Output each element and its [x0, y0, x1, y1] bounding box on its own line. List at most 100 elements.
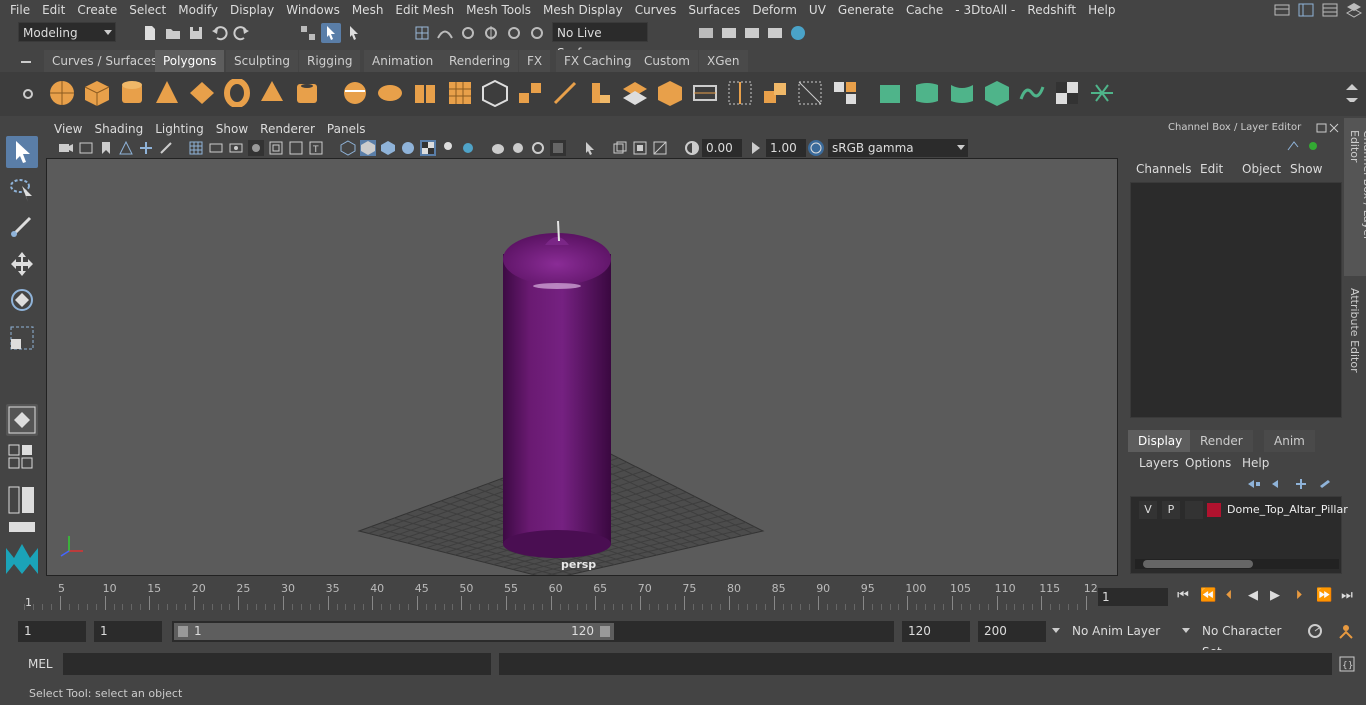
multi-cut-icon[interactable] [551, 79, 579, 107]
collapse-icon[interactable] [831, 79, 859, 107]
viewport-menu-renderer[interactable]: Renderer [260, 120, 323, 138]
go-to-start-icon[interactable]: ⏮ [1176, 589, 1190, 603]
uv-automatic-icon[interactable] [983, 79, 1011, 107]
layer-name[interactable]: Dome_Top_Altar_Pillar [1227, 501, 1348, 519]
range-slider[interactable]: 1 120 [172, 621, 894, 642]
play-forward-icon[interactable]: ▶ [1268, 589, 1282, 603]
mode-select[interactable]: Modeling [18, 22, 116, 42]
shelf-settings-icon[interactable] [18, 84, 38, 104]
menu-mesh-tools[interactable]: Mesh Tools [460, 0, 537, 20]
snap-surface-icon[interactable] [504, 23, 524, 43]
range-handle-left[interactable] [178, 626, 188, 637]
viewport-menu-panels[interactable]: Panels [327, 120, 374, 138]
safe-action-icon[interactable] [288, 140, 304, 156]
candle-mesh[interactable] [503, 220, 611, 558]
uv-spherical-icon[interactable] [948, 79, 976, 107]
viewport-3d[interactable]: persp [46, 158, 1118, 576]
exposure-field[interactable]: 0.00 [702, 139, 742, 157]
smooth-icon[interactable] [446, 79, 474, 107]
layer-color-swatch[interactable] [1207, 503, 1221, 517]
tab-render[interactable]: Render [1190, 430, 1253, 452]
render-view-icon[interactable] [696, 23, 716, 43]
grid-icon[interactable] [188, 140, 204, 156]
toggle-hud-icon[interactable] [612, 140, 628, 156]
fill-hole-icon[interactable] [656, 79, 684, 107]
select-camera-icon[interactable] [582, 140, 598, 156]
shelf-tab-rendering[interactable]: Rendering [441, 50, 519, 72]
2d-pan-zoom-icon[interactable] [138, 140, 154, 156]
bridge-icon[interactable] [516, 79, 544, 107]
layer-list[interactable]: V P Dome_Top_Altar_Pillar [1130, 496, 1348, 574]
anim-preferences-icon[interactable] [1336, 622, 1356, 640]
menu-cache[interactable]: Cache [900, 0, 949, 20]
script-editor-icon[interactable]: {} [1338, 655, 1356, 673]
exposure-icon[interactable] [684, 140, 700, 156]
layers-icon[interactable] [1344, 0, 1364, 20]
channel-list[interactable] [1130, 182, 1342, 418]
poly-cone-icon[interactable] [153, 79, 181, 107]
side-tab-channel-box[interactable]: Channel Box / Layer Editor [1344, 118, 1366, 276]
shelf-tab-curves-surfaces[interactable]: Curves / Surfaces [44, 50, 166, 72]
viewport-menu-view[interactable]: View [54, 120, 90, 138]
viewport-menu-shading[interactable]: Shading [94, 120, 151, 138]
step-forward-icon[interactable]: ⏩ [1316, 589, 1332, 603]
menu-generate[interactable]: Generate [832, 0, 900, 20]
wireframe-icon[interactable] [340, 140, 356, 156]
backface-culling-icon[interactable] [550, 140, 566, 156]
select-component-icon[interactable] [344, 23, 364, 43]
layers-menu[interactable]: Layers [1139, 456, 1179, 470]
workspace-icon[interactable] [1272, 0, 1292, 20]
grease-pencil-icon[interactable] [158, 140, 174, 156]
menu-mesh[interactable]: Mesh [346, 0, 390, 20]
layer-type-toggle[interactable] [1185, 501, 1203, 519]
scene-start-field[interactable]: 1 [18, 621, 86, 642]
menu-edit[interactable]: Edit [36, 0, 71, 20]
gamma-field[interactable]: 1.00 [766, 139, 806, 157]
chevron-down-icon[interactable] [1182, 628, 1190, 633]
layer-playback-toggle[interactable]: P [1162, 501, 1180, 519]
shelf-scroll-icon[interactable] [1342, 82, 1362, 102]
menu-help[interactable]: Help [1082, 0, 1121, 20]
command-input[interactable] [63, 653, 491, 675]
xray-active-icon[interactable] [530, 140, 546, 156]
menu-3dtoall[interactable]: - 3DtoAll - [949, 0, 1021, 20]
menu-modify[interactable]: Modify [172, 0, 224, 20]
smooth-shade-icon[interactable] [360, 140, 376, 156]
poly-cube-icon[interactable] [83, 79, 111, 107]
shadows-icon[interactable] [440, 140, 456, 156]
move-tool-icon[interactable] [6, 248, 38, 280]
toggle-aa-icon[interactable] [652, 140, 668, 156]
new-scene-icon[interactable] [140, 23, 160, 43]
tab-anim[interactable]: Anim [1264, 430, 1315, 452]
layer-buttons[interactable] [1244, 476, 1340, 492]
select-object-icon[interactable] [321, 23, 341, 43]
step-back-key-icon[interactable]: ⏴ [1222, 589, 1236, 603]
go-to-end-icon[interactable]: ⏭ [1340, 589, 1354, 603]
shelf-tab-fx-caching[interactable]: FX Caching [556, 50, 640, 72]
poly-sphere-icon[interactable] [48, 79, 76, 107]
render-frame-icon[interactable] [719, 23, 739, 43]
select-tool-icon[interactable] [6, 136, 38, 168]
shelf-tab-custom[interactable]: Custom [636, 50, 698, 72]
bookmark-icon[interactable] [98, 140, 114, 156]
range-handle-right[interactable] [600, 626, 610, 637]
anim-layer-select[interactable]: No Anim Layer [1066, 621, 1178, 642]
chevron-down-icon[interactable] [1052, 628, 1060, 633]
mirror-icon[interactable] [481, 79, 509, 107]
playback-start-field[interactable]: 1 [94, 621, 162, 642]
step-forward-key-icon[interactable]: ⏵ [1292, 589, 1306, 603]
character-set-select[interactable]: No Character Set [1196, 621, 1296, 659]
safe-title-icon[interactable]: T [308, 140, 324, 156]
snap-grid-icon[interactable] [412, 23, 432, 43]
field-chart-icon[interactable] [268, 140, 284, 156]
edit-menu[interactable]: Edit [1200, 162, 1223, 176]
isolate-icon[interactable] [490, 140, 506, 156]
select-hierarchy-icon[interactable] [298, 23, 318, 43]
menu-edit-mesh[interactable]: Edit Mesh [389, 0, 460, 20]
poly-pipe-icon[interactable] [293, 79, 321, 107]
scale-tool-icon[interactable] [6, 322, 38, 354]
render-settings-icon[interactable] [765, 23, 785, 43]
shelf-tab-rigging[interactable]: Rigging [299, 50, 361, 72]
playback-end-field[interactable]: 120 [902, 621, 970, 642]
append-polygon-icon[interactable] [691, 79, 719, 107]
